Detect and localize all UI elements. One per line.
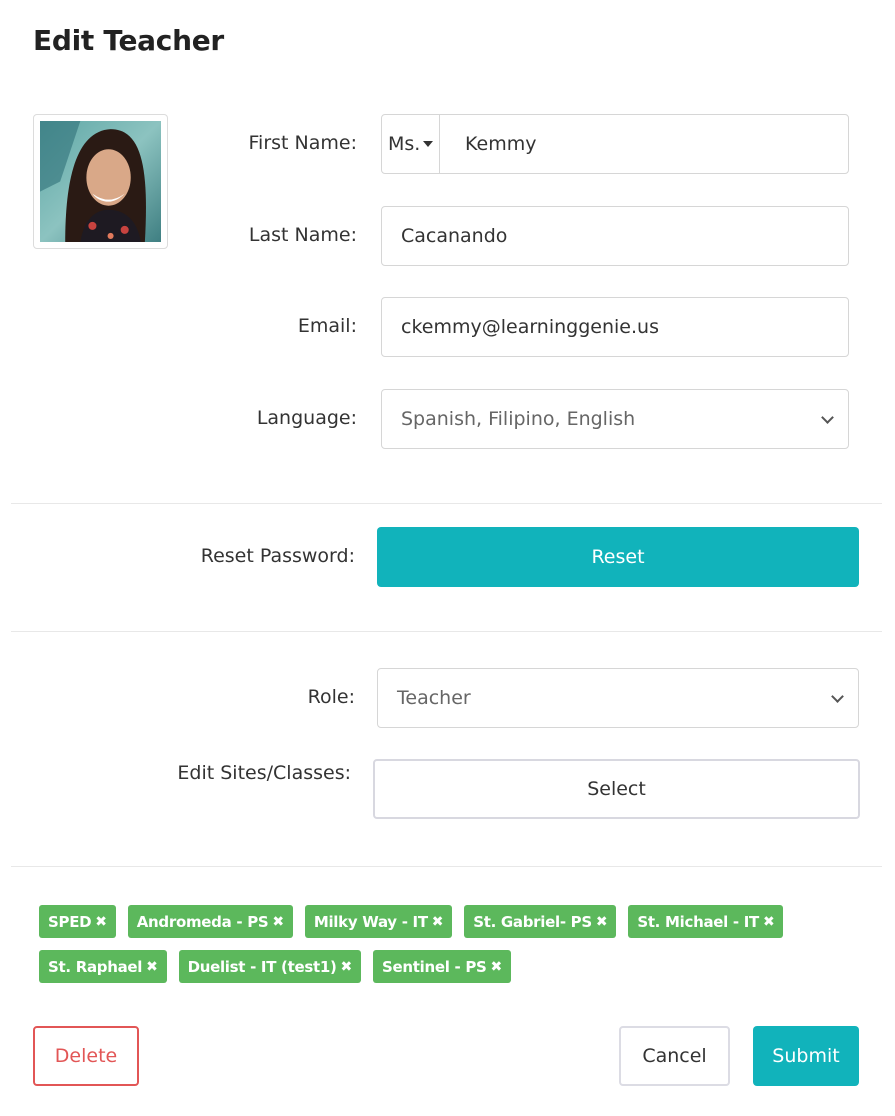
divider — [11, 866, 882, 867]
language-select[interactable]: Spanish, Filipino, English — [381, 389, 849, 449]
remove-tag-icon[interactable]: ✖ — [272, 914, 284, 930]
last-name-label: Last Name: — [248, 224, 357, 246]
site-tag: SPED ✖ — [39, 905, 116, 938]
site-tag-label: St. Gabriel- PS — [473, 912, 592, 931]
site-tag-label: St. Michael - IT — [637, 912, 759, 931]
email-value: ckemmy@learninggenie.us — [401, 316, 659, 338]
first-name-field: Ms. Kemmy — [381, 114, 849, 174]
avatar-photo — [40, 121, 161, 242]
role-select[interactable]: Teacher — [377, 668, 859, 728]
site-tag: St. Gabriel- PS ✖ — [464, 905, 617, 938]
site-tag-label: SPED — [48, 912, 92, 931]
site-tag-label: Andromeda - PS — [136, 912, 269, 931]
remove-tag-icon[interactable]: ✖ — [95, 914, 107, 930]
site-tag-label: St. Raphael — [48, 957, 143, 976]
chevron-down-icon — [821, 411, 834, 424]
delete-button[interactable]: Delete — [33, 1026, 139, 1086]
site-tag: Sentinel - PS ✖ — [372, 950, 511, 983]
prefix-dropdown[interactable]: Ms. — [382, 115, 440, 173]
remove-tag-icon[interactable]: ✖ — [146, 959, 158, 975]
language-label: Language: — [256, 407, 357, 429]
email-input[interactable]: ckemmy@learninggenie.us — [381, 297, 849, 357]
remove-tag-icon[interactable]: ✖ — [432, 914, 444, 930]
last-name-input[interactable]: Cacanando — [381, 206, 849, 266]
page-title: Edit Teacher — [33, 24, 224, 57]
divider — [11, 631, 882, 632]
last-name-value: Cacanando — [401, 225, 508, 247]
site-tag: Milky Way - IT ✖ — [304, 905, 453, 938]
submit-button[interactable]: Submit — [753, 1026, 859, 1086]
first-name-label: First Name: — [248, 132, 357, 154]
remove-tag-icon[interactable]: ✖ — [596, 914, 608, 930]
reset-password-label: Reset Password: — [200, 545, 355, 567]
select-sites-button[interactable]: Select — [373, 759, 860, 819]
reset-password-button[interactable]: Reset — [377, 527, 859, 587]
remove-tag-icon[interactable]: ✖ — [491, 959, 503, 975]
site-tag: St. Raphael ✖ — [39, 950, 167, 983]
tag-list: SPED ✖ Andromeda - PS ✖ Milky Way - IT ✖ St. G… — [39, 905, 879, 983]
site-tag-label: Sentinel - PS — [381, 957, 487, 976]
language-value: Spanish, Filipino, English — [401, 408, 636, 430]
site-tag: Andromeda - PS ✖ — [127, 905, 293, 938]
avatar[interactable] — [33, 114, 168, 249]
prefix-value: Ms. — [388, 133, 421, 155]
site-tag-label: Milky Way - IT — [313, 912, 428, 931]
role-value: Teacher — [397, 687, 471, 709]
cancel-button[interactable]: Cancel — [619, 1026, 730, 1086]
role-label: Role: — [307, 686, 355, 708]
site-tag-label: Duelist - IT (test1) — [187, 957, 337, 976]
first-name-input[interactable]: Kemmy — [440, 133, 536, 155]
remove-tag-icon[interactable]: ✖ — [341, 959, 353, 975]
site-tag: Duelist - IT (test1) ✖ — [178, 950, 361, 983]
divider — [11, 503, 882, 504]
chevron-down-icon — [831, 690, 844, 703]
remove-tag-icon[interactable]: ✖ — [763, 914, 775, 930]
edit-sites-label: Edit Sites/Classes: — [177, 762, 351, 784]
site-tag: St. Michael - IT ✖ — [628, 905, 784, 938]
caret-down-icon — [423, 141, 434, 147]
email-label: Email: — [297, 315, 357, 337]
